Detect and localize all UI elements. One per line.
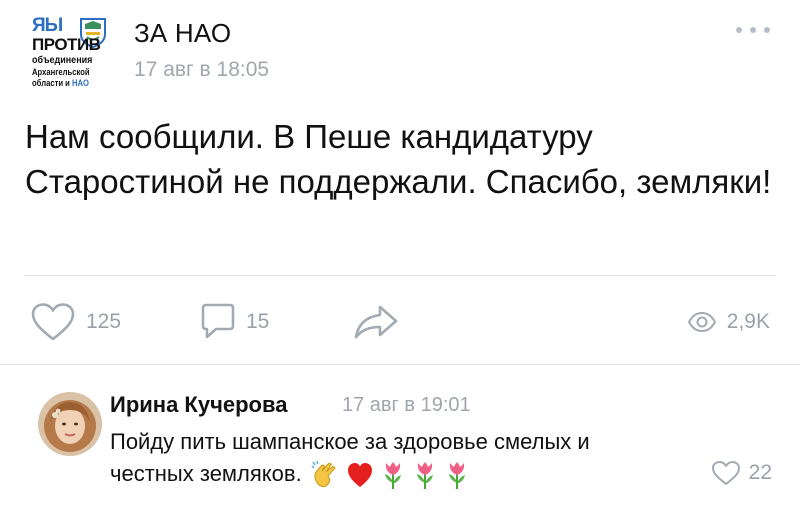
comment-author[interactable]: Ирина Кучерова [110, 392, 287, 418]
post-date[interactable]: 17 авг в 18:05 [134, 58, 269, 82]
post-actions: 125 15 2,9K [30, 300, 770, 344]
divider [0, 364, 800, 365]
logo-line-4: Архангельской [32, 67, 90, 77]
views-count: 2,9K [726, 310, 770, 333]
logo-line-5: области и НАО [32, 79, 89, 88]
heart-outline-icon [31, 303, 75, 341]
avatar[interactable] [38, 392, 102, 456]
post-text: Нам сообщили. В Пеше кандидатуру Старост… [25, 118, 772, 200]
avatar-image [38, 392, 102, 456]
logo-line-3: объединения [32, 55, 93, 66]
eye-icon [687, 311, 716, 333]
comment-time[interactable]: 17 авг в 19:01 [342, 394, 471, 417]
emoji-row [310, 460, 470, 490]
comment: Ирина Кучерова 17 авг в 19:01 Пойду пить… [24, 380, 776, 510]
like-button[interactable]: 125 [30, 300, 121, 344]
share-button[interactable] [352, 300, 400, 344]
logo-line-1: ЯЫ [32, 15, 63, 36]
comment-button[interactable]: 15 [200, 300, 269, 344]
tulip-emoji [416, 462, 433, 490]
comment-count: 15 [246, 310, 270, 333]
comment-bubble-icon [201, 303, 235, 339]
comment-like-button[interactable]: 22 [711, 460, 772, 486]
tulip-emoji [384, 462, 401, 490]
views-indicator: 2,9K [687, 300, 770, 344]
logo-line-5-prefix: области и [32, 78, 72, 88]
comment-text: Пойду пить шампанское за здоровье смелых… [110, 426, 650, 490]
post-header: ЯЫ ПРОТИВ объединения Архангельской обла… [30, 14, 770, 104]
community-name[interactable]: ЗА НАО [134, 18, 231, 49]
tulip-emoji [448, 462, 465, 490]
heart-outline-icon [711, 461, 740, 485]
clapping-hands-emoji [311, 461, 336, 488]
more-dots-icon[interactable] [736, 22, 770, 38]
share-arrow-icon [354, 305, 398, 339]
red-heart-emoji [347, 463, 372, 488]
comment-like-count: 22 [748, 461, 772, 484]
community-logo[interactable]: ЯЫ ПРОТИВ объединения Архангельской обла… [32, 16, 124, 104]
logo-line-2: ПРОТИВ [32, 35, 101, 54]
logo-line-5-suffix: НАО [71, 78, 89, 88]
divider [24, 275, 776, 276]
like-count: 125 [86, 310, 122, 333]
